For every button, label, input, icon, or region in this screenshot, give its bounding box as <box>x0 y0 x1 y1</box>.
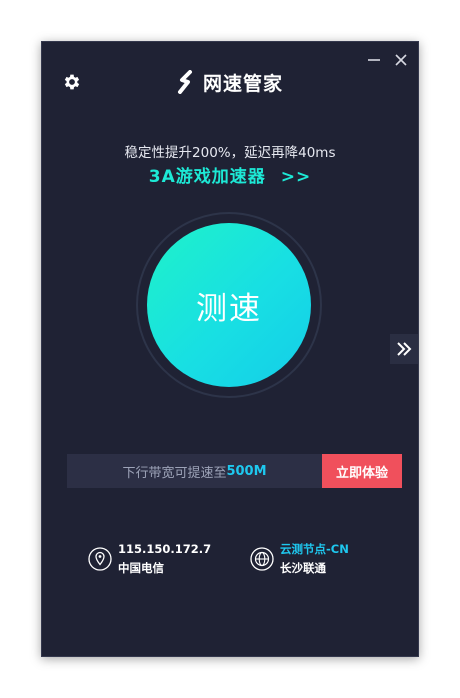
promo-subtitle: 稳定性提升200%，延迟再降40ms <box>124 145 336 161</box>
expand-panel-button[interactable] <box>390 334 418 364</box>
app-title: 网速管家 <box>203 72 284 95</box>
promo-link[interactable]: 3A游戏加速器 >> <box>42 162 418 187</box>
bandwidth-banner: 下行带宽可提速至 500M <box>67 454 322 488</box>
app-brand: 网速管家 <box>175 69 283 95</box>
gear-icon <box>64 74 80 90</box>
promo-link-text: 3A游戏加速器 <box>148 167 266 187</box>
try-now-button[interactable]: 立即体验 <box>322 454 402 488</box>
ip-info: 115.150.172.7 中国电信 <box>88 540 211 578</box>
location-pin-icon <box>88 547 112 571</box>
app-window: 网速管家 稳定性提升200%，延迟再降40ms 3A游戏加速器 >> 测速 下行… <box>41 41 419 657</box>
node-isp: 长沙联通 <box>280 561 326 575</box>
ip-address: 115.150.172.7 <box>118 542 212 556</box>
double-chevron-right-icon <box>397 342 412 356</box>
close-icon <box>395 54 407 66</box>
bandwidth-value: 500M <box>226 463 267 479</box>
node-info: 云测节点-CN 长沙联通 <box>250 540 349 578</box>
speed-test-button[interactable]: 测速 <box>147 223 311 387</box>
bandwidth-text: 下行带宽可提速至 <box>122 465 227 481</box>
close-button[interactable] <box>393 52 409 68</box>
node-label[interactable]: 云测节点-CN <box>280 540 349 559</box>
settings-button[interactable] <box>62 72 82 92</box>
isp-name: 中国电信 <box>118 561 164 575</box>
s-logo-icon <box>178 70 192 94</box>
minimize-button[interactable] <box>366 52 382 68</box>
globe-icon <box>250 547 274 571</box>
promo-link-arrow: >> <box>280 167 312 187</box>
speed-test-label: 测速 <box>196 290 262 327</box>
minimize-icon <box>368 59 380 61</box>
